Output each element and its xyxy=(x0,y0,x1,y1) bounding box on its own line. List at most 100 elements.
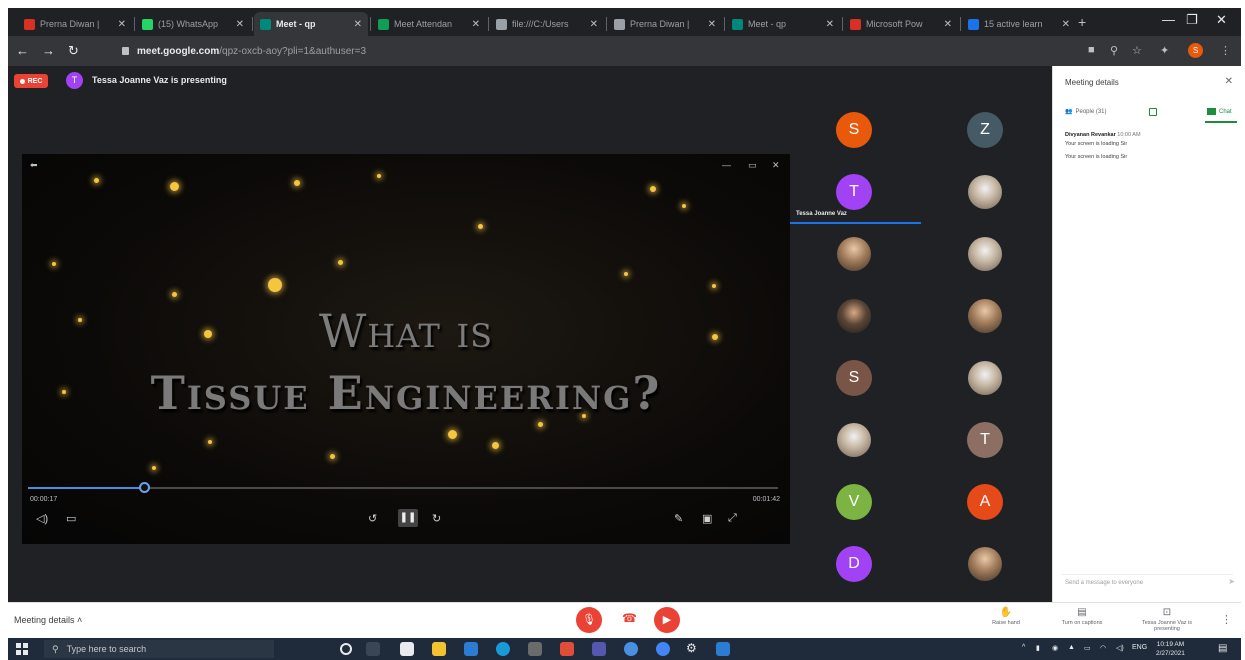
play-pause-button[interactable]: ❚❚ xyxy=(398,509,418,527)
forward-icon[interactable]: → xyxy=(42,43,55,58)
tab-close-icon[interactable]: ✕ xyxy=(1058,19,1070,30)
participant-tile[interactable] xyxy=(921,162,1052,224)
participant-tile[interactable]: V xyxy=(790,472,921,534)
reload-icon[interactable]: ↻ xyxy=(68,43,79,59)
tab-people[interactable]: 👥 People (31) xyxy=(1065,108,1107,116)
browser-tab[interactable]: Prerna Diwan | ✕ xyxy=(608,12,722,36)
tab-close-icon[interactable]: ✕ xyxy=(822,19,834,30)
send-icon[interactable]: ➤ xyxy=(1228,577,1235,586)
raise-hand-button[interactable]: ✋ Raise hand xyxy=(978,607,1034,626)
captions-button[interactable]: ▤ Turn on captions xyxy=(1054,607,1110,626)
camera-icon[interactable]: ■ xyxy=(1088,44,1095,56)
camera-off-button[interactable]: ▶ xyxy=(654,607,680,633)
maximize-icon[interactable]: ❐ xyxy=(1186,12,1198,28)
participant-tile[interactable]: S xyxy=(790,348,921,410)
taskbar-clock[interactable]: 10:19 AM 2/27/2021 xyxy=(1156,640,1185,658)
bookmark-star-icon[interactable]: ☆ xyxy=(1132,44,1142,57)
menu-icon[interactable]: ⋮ xyxy=(1220,44,1231,57)
profile-avatar[interactable]: S xyxy=(1188,43,1203,58)
brave-icon[interactable] xyxy=(560,642,574,656)
forward-10-icon[interactable]: ↻ xyxy=(432,512,441,525)
edit-icon[interactable]: ✎ xyxy=(674,512,683,525)
browser-tab[interactable]: (15) WhatsApp ✕ xyxy=(136,12,250,36)
meeting-details-button[interactable]: Meeting details ˄ xyxy=(14,615,82,625)
video-back-icon[interactable]: ⬅ xyxy=(30,160,38,171)
chat-input[interactable]: Send a message to everyone xyxy=(1061,574,1233,592)
tab-close-icon[interactable]: ✕ xyxy=(468,19,480,30)
participant-tile[interactable] xyxy=(790,224,921,286)
tab-close-icon[interactable]: ✕ xyxy=(586,19,598,30)
zoom-icon[interactable]: ⚲ xyxy=(1110,44,1118,57)
app-icon[interactable] xyxy=(528,642,542,656)
presentation-video[interactable]: ⬅ — ▭ ✕ What is Tissue Engineering? 00:0… xyxy=(22,154,790,544)
tray-icon[interactable]: ▮ xyxy=(1036,644,1040,652)
tab-close-icon[interactable]: ✕ xyxy=(114,19,126,30)
start-icon[interactable] xyxy=(16,643,28,655)
participant-tile[interactable]: A xyxy=(921,472,1052,534)
tab-close-icon[interactable]: ✕ xyxy=(704,19,716,30)
browser-tab[interactable]: Meet - qp ✕ xyxy=(254,12,368,36)
subtitles-icon[interactable]: ▭ xyxy=(66,512,76,525)
fullscreen-icon[interactable]: ⤢ xyxy=(728,512,737,525)
tab-close-icon[interactable]: ✕ xyxy=(940,19,952,30)
participant-tile[interactable]: T Tessa Joanne Vaz xyxy=(790,162,921,224)
tab-activities[interactable] xyxy=(1149,108,1157,116)
participant-tile[interactable]: T xyxy=(921,410,1052,472)
more-options-icon[interactable]: ⋮ xyxy=(1221,613,1232,626)
presenting-button[interactable]: ⊡ Tessa Joanne Vaz is presenting xyxy=(1132,607,1202,632)
video-progress-bar[interactable] xyxy=(28,482,778,493)
app-icon[interactable] xyxy=(716,642,730,656)
close-panel-icon[interactable]: ✕ xyxy=(1225,76,1233,87)
notifications-icon[interactable]: ▤ xyxy=(1218,643,1227,654)
participant-tile[interactable] xyxy=(921,224,1052,286)
address-bar[interactable]: meet.google.com /qpz-oxcb-aoy?pli=1&auth… xyxy=(116,40,1076,62)
taskbar-search[interactable]: ⚲ Type here to search xyxy=(44,640,274,658)
participant-tile[interactable] xyxy=(790,410,921,472)
miniplayer-icon[interactable]: ▣ xyxy=(702,512,712,525)
browser-tab[interactable]: Microsoft Pow ✕ xyxy=(844,12,958,36)
participant-tile[interactable] xyxy=(921,534,1052,596)
tray-icon[interactable]: ◉ xyxy=(1052,644,1058,652)
close-window-icon[interactable]: ✕ xyxy=(1216,12,1227,28)
mic-off-button[interactable]: 🎙 xyxy=(576,607,602,633)
browser-tab[interactable]: Meet Attendan ✕ xyxy=(372,12,486,36)
participant-tile[interactable] xyxy=(921,348,1052,410)
participant-tile[interactable]: Z xyxy=(921,100,1052,162)
edge-icon[interactable] xyxy=(496,642,510,656)
video-progress-handle[interactable] xyxy=(139,482,151,493)
tab-chat[interactable]: Chat xyxy=(1207,108,1232,115)
task-view-icon[interactable] xyxy=(366,642,380,656)
mail-icon[interactable] xyxy=(464,642,478,656)
hang-up-button[interactable]: ☎ xyxy=(622,611,637,625)
store-icon[interactable] xyxy=(400,642,414,656)
language-indicator[interactable]: ENG xyxy=(1132,644,1147,651)
extensions-icon[interactable]: ✦ xyxy=(1160,44,1169,57)
app-icon[interactable] xyxy=(624,642,638,656)
back-icon[interactable]: ← xyxy=(16,43,29,58)
rewind-icon[interactable]: ↺ xyxy=(368,512,377,525)
browser-tab[interactable]: Prerna Diwan | ✕ xyxy=(18,12,132,36)
participant-tile[interactable] xyxy=(790,286,921,348)
video-minimize-icon[interactable]: — xyxy=(722,160,731,170)
file-explorer-icon[interactable] xyxy=(432,642,446,656)
browser-tab[interactable]: Meet - qp ✕ xyxy=(726,12,840,36)
chrome-icon[interactable] xyxy=(656,642,670,656)
wifi-icon[interactable]: ◠ xyxy=(1100,644,1106,652)
browser-tab[interactable]: file:///C:/Users ✕ xyxy=(490,12,604,36)
volume-icon[interactable]: ◁) xyxy=(36,512,48,525)
browser-tab[interactable]: 15 active learn ✕ xyxy=(962,12,1076,36)
minimize-icon[interactable]: — xyxy=(1162,12,1175,27)
tab-close-icon[interactable]: ✕ xyxy=(232,19,244,30)
participant-tile[interactable]: D xyxy=(790,534,921,596)
settings-gear-icon[interactable]: ⚙ xyxy=(686,641,700,655)
cortana-icon[interactable] xyxy=(340,643,352,655)
participant-tile[interactable] xyxy=(921,286,1052,348)
volume-icon[interactable]: ◁) xyxy=(1116,644,1124,652)
battery-icon[interactable]: ▭ xyxy=(1084,644,1091,652)
tab-close-icon[interactable]: ✕ xyxy=(350,19,362,30)
new-tab-button[interactable]: + xyxy=(1078,14,1086,30)
video-close-icon[interactable]: ✕ xyxy=(772,160,780,171)
tray-icon[interactable]: ▲ xyxy=(1068,644,1075,651)
teams-icon[interactable] xyxy=(592,642,606,656)
video-maximize-icon[interactable]: ▭ xyxy=(748,160,757,171)
